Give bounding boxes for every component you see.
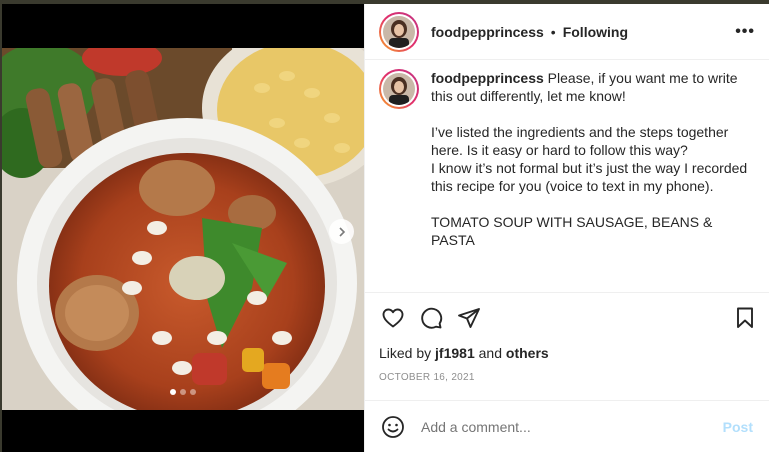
caption-section: foodpepprincess Please, if you want me t… <box>365 61 769 292</box>
paper-plane-icon <box>458 308 480 328</box>
heart-icon <box>382 308 404 328</box>
avatar-image <box>383 15 415 48</box>
comment-bar: Post <box>365 400 769 452</box>
chevron-right-icon <box>338 226 345 237</box>
likes-summary: Liked by jf1981 and others <box>379 345 755 361</box>
author-username[interactable]: foodpepprincess <box>431 24 544 40</box>
post-photo[interactable] <box>2 48 364 410</box>
carousel-dot <box>170 389 176 395</box>
action-icons-row <box>379 293 755 343</box>
comment-input[interactable] <box>421 418 723 435</box>
post-actions: Liked by jf1981 and others OCTOBER 16, 2… <box>365 292 769 383</box>
carousel-dot <box>190 389 196 395</box>
comment-icon <box>421 307 443 329</box>
liked-by-user[interactable]: jf1981 <box>435 345 475 361</box>
post-header: foodpepprincess • Following ••• <box>365 4 769 60</box>
post-side-panel: foodpepprincess • Following ••• foodpepp… <box>364 4 769 452</box>
like-button[interactable] <box>379 304 407 332</box>
next-slide-button[interactable] <box>329 219 354 244</box>
save-button[interactable] <box>731 304 759 332</box>
liked-by-mid: and <box>474 345 506 361</box>
following-button[interactable]: Following <box>563 24 628 40</box>
more-options-button[interactable]: ••• <box>735 23 755 41</box>
liked-by-others[interactable]: others <box>506 345 549 361</box>
carousel-dot <box>180 389 186 395</box>
share-button[interactable] <box>455 304 483 332</box>
post-media <box>2 4 364 452</box>
caption-username[interactable]: foodpepprincess <box>431 70 544 86</box>
caption-avatar[interactable] <box>379 69 419 109</box>
caption-text: Please, if you want me to write this out… <box>431 70 748 248</box>
caption-body: foodpepprincess Please, if you want me t… <box>431 69 751 292</box>
liked-by-prefix: Liked by <box>379 345 436 361</box>
author-avatar[interactable] <box>379 11 419 52</box>
comment-button[interactable] <box>417 304 445 332</box>
post-comment-button[interactable]: Post <box>723 419 753 435</box>
avatar-image <box>383 73 415 105</box>
bookmark-icon <box>737 307 753 328</box>
emoji-icon[interactable] <box>381 415 405 439</box>
carousel-indicator <box>170 389 196 395</box>
header-separator: • <box>550 23 556 40</box>
post-date[interactable]: OCTOBER 16, 2021 <box>379 372 755 383</box>
